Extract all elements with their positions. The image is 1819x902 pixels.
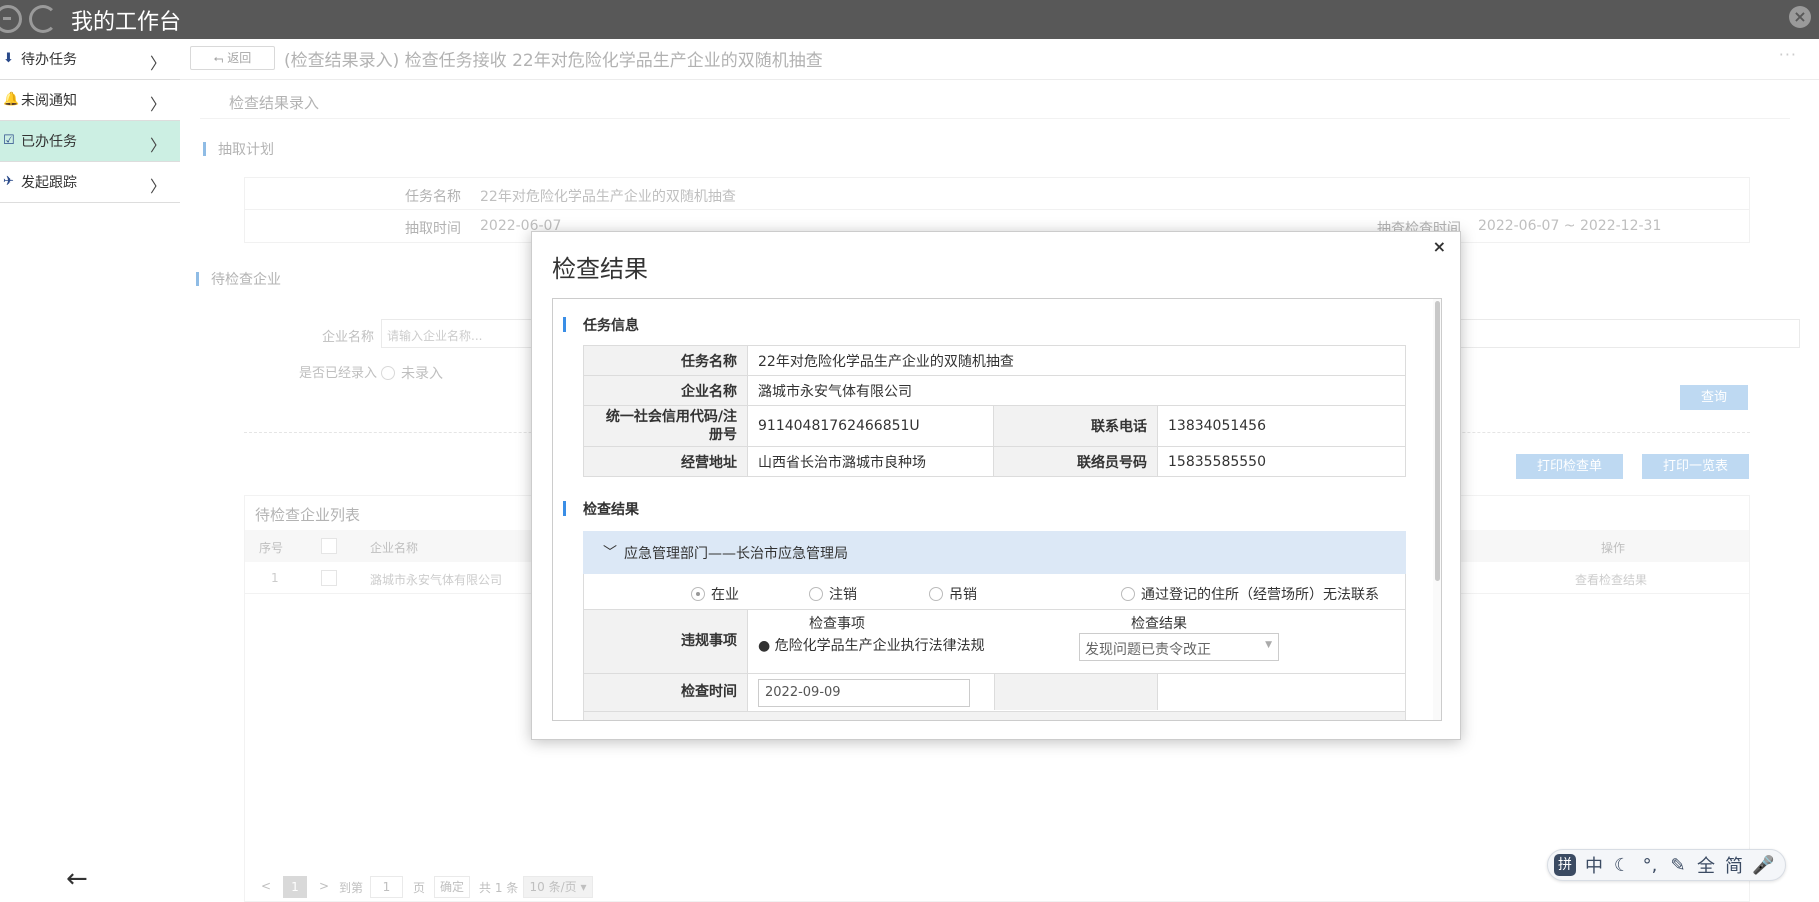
address-label: 经营地址 bbox=[583, 446, 748, 477]
department-name: 应急管理部门——长治市应急管理局 bbox=[624, 546, 848, 562]
punctuation-icon[interactable]: °, bbox=[1640, 855, 1660, 876]
sidebar-item-done[interactable]: ☑ 已办任务 〉 bbox=[0, 121, 180, 162]
chevron-right-icon: 〉 bbox=[149, 95, 166, 114]
status-radio-active[interactable]: 在业 bbox=[691, 584, 739, 604]
empty-label-cell bbox=[994, 674, 1158, 710]
radio-icon bbox=[691, 587, 705, 601]
address-value: 山西省长治市潞城市良种场 bbox=[747, 446, 994, 477]
sidebar-item-todo[interactable]: ⬇ 待办任务 〉 bbox=[0, 39, 180, 80]
back-circle-icon[interactable] bbox=[0, 5, 22, 33]
liaison-phone-label: 联络员号码 bbox=[993, 446, 1158, 477]
sidebar-item-unread[interactable]: 🔔 未阅通知 〉 bbox=[0, 80, 180, 121]
status-radio-unreachable[interactable]: 通过登记的住所（经营场所）无法联系 bbox=[1121, 584, 1379, 604]
refresh-icon[interactable] bbox=[29, 5, 57, 33]
credit-code-value: 91140481762466851U bbox=[747, 405, 994, 447]
dialog-body: 任务信息 任务名称 22年对危险化学品生产企业的双随机抽查 企业名称 潞城市永安… bbox=[552, 298, 1442, 721]
check-time-row: 检查时间 2022-09-09 bbox=[583, 674, 1406, 712]
radio-icon bbox=[809, 587, 823, 601]
company-label: 企业名称 bbox=[583, 375, 748, 406]
checklist-icon: ☑ bbox=[3, 133, 15, 148]
ime-toolbar: 拼 中 ☾ °, ✎ 全 简 🎤 bbox=[1547, 849, 1786, 881]
result-heading: 检查结果 bbox=[563, 499, 639, 519]
pinyin-icon[interactable]: 拼 bbox=[1554, 854, 1576, 876]
chinese-mode-icon[interactable]: 中 bbox=[1584, 852, 1604, 878]
liaison-phone-value: 15835585550 bbox=[1157, 446, 1406, 477]
business-status-radios: 在业 注销 吊销 通过登记的住所（经营场所）无法联系 bbox=[583, 574, 1406, 610]
moon-icon[interactable]: ☾ bbox=[1612, 855, 1632, 876]
dialog-title: 检查结果 bbox=[552, 255, 648, 283]
check-time-input[interactable]: 2022-09-09 bbox=[758, 679, 970, 707]
simplified-icon[interactable]: 简 bbox=[1724, 852, 1744, 878]
app-title: 我的工作台 bbox=[71, 10, 182, 35]
check-result-select[interactable]: 发现问题已责令改正 ▼ bbox=[1079, 633, 1279, 661]
status-radio-revoked[interactable]: 吊销 bbox=[929, 584, 977, 604]
task-info-heading: 任务信息 bbox=[563, 315, 639, 335]
check-result-dialog: 检查结果 × 任务信息 任务名称 22年对危险化学品生产企业的双随机抽查 企业名… bbox=[531, 231, 1461, 740]
scrollbar[interactable] bbox=[1433, 299, 1441, 720]
scrollbar-thumb[interactable] bbox=[1435, 301, 1440, 581]
task-name-label: 任务名称 bbox=[583, 345, 748, 376]
check-item: ● 危险化学品生产企业执行法律法规 bbox=[758, 638, 985, 654]
chevron-right-icon: 〉 bbox=[149, 136, 166, 155]
credit-code-label: 统一社会信用代码/注册号 bbox=[583, 405, 748, 447]
status-radio-cancelled[interactable]: 注销 bbox=[809, 584, 857, 604]
download-icon: ⬇ bbox=[3, 51, 14, 66]
chevron-right-icon: 〉 bbox=[149, 54, 166, 73]
sidebar-item-label: 未阅通知 bbox=[21, 93, 77, 109]
caret-down-icon: ▼ bbox=[1265, 640, 1272, 650]
phone-value: 13834051456 bbox=[1157, 405, 1406, 447]
violation-label: 违规事项 bbox=[584, 610, 748, 673]
sidebar-item-label: 已办任务 bbox=[21, 134, 77, 150]
task-name-value: 22年对危险化学品生产企业的双随机抽查 bbox=[747, 345, 1406, 376]
violation-row: 违规事项 检查事项 检查结果 ● 危险化学品生产企业执行法律法规 发现问题已责令… bbox=[583, 610, 1406, 674]
company-value: 潞城市永安气体有限公司 bbox=[747, 375, 1406, 406]
phone-label: 联系电话 bbox=[993, 405, 1158, 447]
sidebar-item-label: 待办任务 bbox=[21, 52, 77, 68]
bell-icon: 🔔 bbox=[3, 92, 20, 107]
department-collapse-header[interactable]: ﹀ 应急管理部门——长治市应急管理局 bbox=[583, 531, 1406, 574]
check-time-label: 检查时间 bbox=[584, 674, 748, 711]
next-row bbox=[583, 712, 1406, 720]
pen-icon[interactable]: ✎ bbox=[1668, 855, 1688, 876]
back-arrow-icon[interactable]: ← bbox=[66, 864, 88, 894]
task-info-table: 任务名称 22年对危险化学品生产企业的双随机抽查 企业名称 潞城市永安气体有限公… bbox=[583, 345, 1406, 477]
close-icon[interactable]: × bbox=[1789, 6, 1811, 28]
radio-icon bbox=[929, 587, 943, 601]
chevron-down-icon: ﹀ bbox=[603, 545, 617, 561]
sidebar: ⬇ 待办任务 〉 🔔 未阅通知 〉 ☑ 已办任务 〉 ✈ 发起跟踪 〉 ← bbox=[0, 39, 180, 902]
fullwidth-icon[interactable]: 全 bbox=[1696, 852, 1716, 878]
title-bar: 我的工作台 × bbox=[0, 0, 1819, 39]
item-column-header: 检查事项 bbox=[809, 616, 865, 632]
result-column-header: 检查结果 bbox=[1131, 616, 1187, 632]
close-icon[interactable]: × bbox=[1433, 237, 1446, 256]
sidebar-item-label: 发起跟踪 bbox=[21, 175, 77, 191]
radio-icon bbox=[1121, 587, 1135, 601]
chevron-right-icon: 〉 bbox=[149, 177, 166, 196]
sidebar-item-track[interactable]: ✈ 发起跟踪 〉 bbox=[0, 162, 180, 203]
microphone-icon[interactable]: 🎤 bbox=[1752, 855, 1774, 876]
paper-plane-icon: ✈ bbox=[3, 174, 14, 189]
